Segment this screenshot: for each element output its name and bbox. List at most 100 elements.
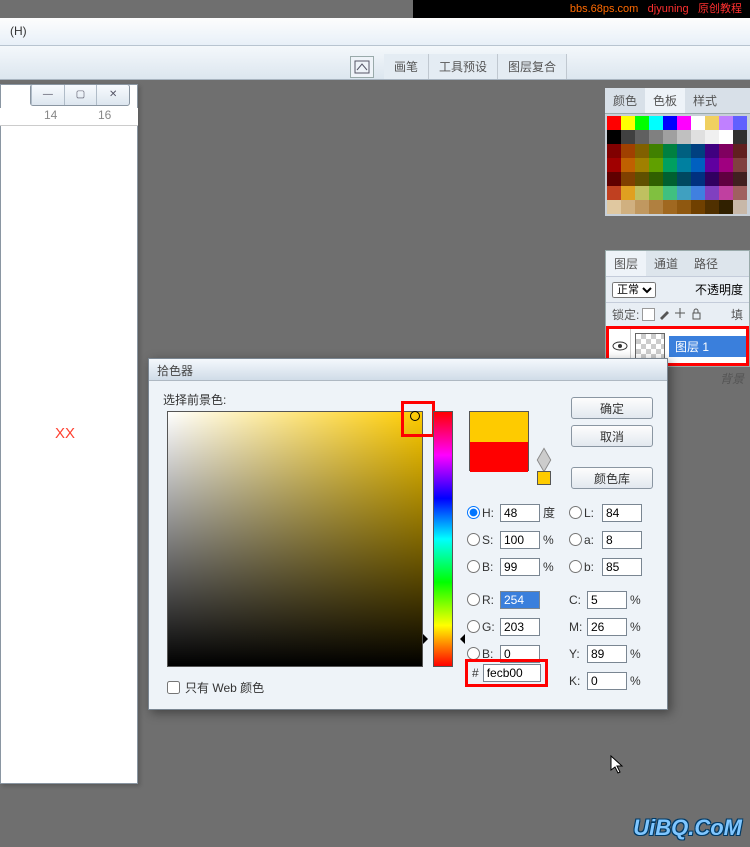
swatch[interactable] — [621, 172, 635, 186]
swatch[interactable] — [621, 130, 635, 144]
swatch[interactable] — [719, 186, 733, 200]
layer-name[interactable]: 图层 1 — [669, 336, 746, 357]
swatch[interactable] — [649, 144, 663, 158]
credit-link-1[interactable]: bbs.68ps.com — [570, 3, 638, 15]
swatch[interactable] — [663, 172, 677, 186]
swatch[interactable] — [719, 116, 733, 130]
tab-color[interactable]: 颜色 — [605, 88, 645, 113]
tab-layers[interactable]: 图层 — [606, 251, 646, 276]
swatch[interactable] — [691, 130, 705, 144]
field-C[interactable] — [587, 591, 627, 609]
swatch[interactable] — [635, 130, 649, 144]
field-h[interactable] — [500, 504, 540, 522]
swatch[interactable] — [719, 144, 733, 158]
swatch[interactable] — [705, 116, 719, 130]
maximize-button[interactable]: ▢ — [64, 85, 97, 105]
swatch[interactable] — [621, 144, 635, 158]
swatch[interactable] — [705, 144, 719, 158]
swatch[interactable] — [607, 200, 621, 214]
tab-brush[interactable]: 画笔 — [384, 54, 429, 79]
radio-b[interactable] — [467, 560, 480, 573]
radio-a[interactable] — [569, 533, 582, 546]
swatch[interactable] — [663, 186, 677, 200]
swatch[interactable] — [649, 172, 663, 186]
field-Y[interactable] — [587, 645, 627, 663]
swatch[interactable] — [705, 200, 719, 214]
swatch[interactable] — [733, 116, 747, 130]
swatch[interactable] — [677, 186, 691, 200]
tab-channels[interactable]: 通道 — [646, 251, 686, 276]
lock-transparency-icon[interactable] — [642, 308, 655, 321]
swatch[interactable] — [607, 158, 621, 172]
radio-s[interactable] — [467, 533, 480, 546]
field-b[interactable] — [500, 558, 540, 576]
swatch[interactable] — [691, 186, 705, 200]
swatch[interactable] — [691, 144, 705, 158]
hex-field[interactable] — [483, 664, 541, 682]
swatch[interactable] — [621, 200, 635, 214]
swatch[interactable] — [649, 200, 663, 214]
toggle-panels-icon[interactable] — [350, 56, 374, 78]
swatch[interactable] — [663, 116, 677, 130]
swatch[interactable] — [719, 200, 733, 214]
radio-r[interactable] — [467, 593, 480, 606]
swatch[interactable] — [635, 116, 649, 130]
swatch[interactable] — [677, 130, 691, 144]
radio-b2[interactable] — [569, 560, 582, 573]
swatch[interactable] — [691, 172, 705, 186]
menu-help[interactable]: (H) — [0, 18, 37, 44]
swatch[interactable] — [649, 186, 663, 200]
swatch[interactable] — [607, 130, 621, 144]
swatch[interactable] — [733, 144, 747, 158]
swatch[interactable] — [691, 158, 705, 172]
ok-button[interactable]: 确定 — [571, 397, 653, 419]
layer-thumbnail[interactable] — [635, 333, 665, 359]
swatch[interactable] — [621, 186, 635, 200]
swatch[interactable] — [677, 200, 691, 214]
swatch[interactable] — [635, 158, 649, 172]
swatch[interactable] — [635, 172, 649, 186]
swatch[interactable] — [691, 200, 705, 214]
swatch[interactable] — [705, 158, 719, 172]
swatch[interactable] — [621, 116, 635, 130]
swatch[interactable] — [705, 172, 719, 186]
field-g[interactable] — [500, 618, 540, 636]
current-color-swatch[interactable] — [470, 442, 528, 472]
swatch[interactable] — [733, 130, 747, 144]
swatch[interactable] — [733, 186, 747, 200]
swatch[interactable] — [663, 144, 677, 158]
lock-all-icon[interactable] — [690, 307, 703, 323]
swatch[interactable] — [733, 200, 747, 214]
swatch[interactable] — [677, 144, 691, 158]
field-L[interactable] — [602, 504, 642, 522]
swatch[interactable] — [621, 158, 635, 172]
swatch[interactable] — [705, 186, 719, 200]
field-r[interactable] — [500, 591, 540, 609]
tab-swatches[interactable]: 色板 — [645, 88, 685, 113]
color-libraries-button[interactable]: 颜色库 — [571, 467, 653, 489]
websafe-swatch[interactable] — [537, 471, 551, 485]
swatch[interactable] — [635, 200, 649, 214]
blend-mode-select[interactable]: 正常 — [612, 282, 656, 298]
radio-L[interactable] — [569, 506, 582, 519]
swatch[interactable] — [649, 116, 663, 130]
tab-tool-presets[interactable]: 工具预设 — [429, 54, 498, 79]
swatch[interactable] — [663, 158, 677, 172]
tab-styles[interactable]: 样式 — [685, 88, 725, 113]
field-a[interactable] — [602, 531, 642, 549]
swatch[interactable] — [607, 172, 621, 186]
credit-link-2[interactable]: djyuning — [648, 3, 689, 15]
minimize-button[interactable]: — — [31, 85, 64, 105]
saturation-value-field[interactable] — [167, 411, 423, 667]
radio-g[interactable] — [467, 620, 480, 633]
hue-slider[interactable] — [433, 411, 453, 667]
swatch[interactable] — [635, 186, 649, 200]
swatch[interactable] — [677, 172, 691, 186]
swatch[interactable] — [607, 186, 621, 200]
hue-marker[interactable] — [427, 634, 433, 644]
swatch-grid[interactable] — [605, 114, 750, 216]
swatch[interactable] — [691, 116, 705, 130]
swatch[interactable] — [649, 130, 663, 144]
gamut-warning-icon[interactable] — [537, 447, 551, 472]
swatch[interactable] — [719, 172, 733, 186]
